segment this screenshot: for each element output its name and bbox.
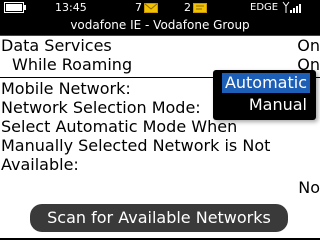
- auto-mode-value[interactable]: No: [298, 178, 320, 197]
- battery-icon: [4, 2, 26, 17]
- clock-time: 13:45: [55, 1, 87, 14]
- status-bar: 13:45 7 2 EDGE: [0, 0, 320, 16]
- data-services-value[interactable]: On: [297, 36, 320, 55]
- envelope-icon: [144, 3, 158, 17]
- message-count: 2: [184, 1, 191, 14]
- data-services-label: Data Services: [1, 36, 112, 55]
- network-mode-dropdown[interactable]: Automatic Manual: [213, 70, 316, 120]
- scan-networks-button[interactable]: Scan for Available Networks: [30, 204, 288, 232]
- roaming-label: While Roaming: [12, 55, 133, 74]
- option-automatic[interactable]: Automatic: [221, 73, 310, 93]
- message-icon: [193, 3, 207, 17]
- network-selection-label: Network Selection Mode:: [1, 98, 201, 117]
- email-count: 7: [135, 1, 142, 14]
- option-manual[interactable]: Manual: [246, 95, 310, 115]
- network-type: EDGE: [250, 2, 279, 13]
- mobile-network-label: Mobile Network:: [1, 79, 131, 98]
- screen-title: vodafone IE - Vodafone Group: [0, 16, 320, 36]
